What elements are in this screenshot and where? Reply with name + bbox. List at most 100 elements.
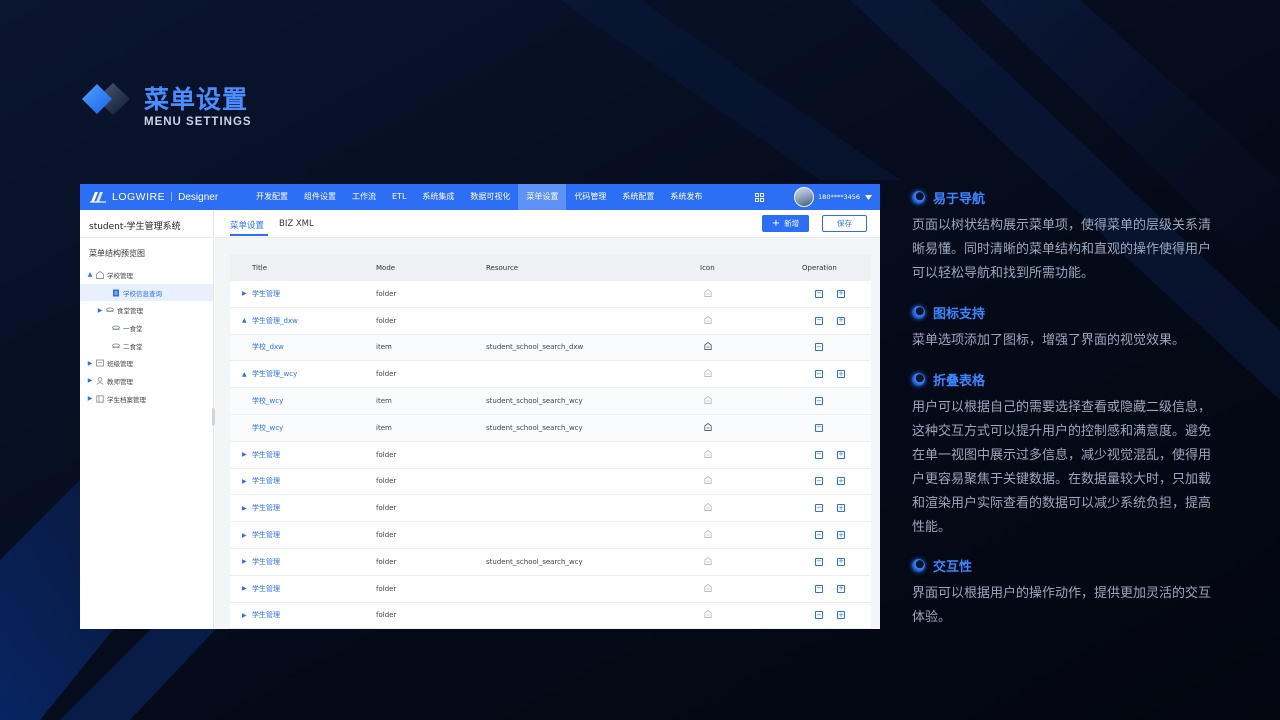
nav-item[interactable]: 工作流 xyxy=(344,184,384,210)
nav-item[interactable]: 系统集成 xyxy=(414,184,462,210)
collapse-caret-icon[interactable]: ▲ xyxy=(242,371,252,378)
remove-row-icon[interactable]: − xyxy=(815,316,823,325)
expand-caret-icon[interactable]: ▶ xyxy=(242,451,252,458)
add-button[interactable]: + 新增 xyxy=(762,215,809,232)
table-row: ▶ 学生管理 folder student_school_search_wcy − + xyxy=(230,549,871,576)
caret-up-icon[interactable]: ▲ xyxy=(86,271,94,278)
remove-row-icon[interactable]: − xyxy=(815,423,823,432)
tree-item[interactable]: 一食堂 xyxy=(80,319,213,337)
tree-item[interactable]: ▶ 教师管理 xyxy=(80,372,213,390)
tree-item-label: 学校管理 xyxy=(107,271,133,280)
nav-item[interactable]: 数据可视化 xyxy=(462,184,518,210)
row-title-link[interactable]: 学校_dxw xyxy=(252,342,284,352)
add-child-icon[interactable]: + xyxy=(837,316,845,325)
chevron-down-icon[interactable] xyxy=(865,194,872,200)
nav-item[interactable]: 组件设置 xyxy=(296,184,344,210)
nav-item[interactable]: ETL xyxy=(384,184,414,210)
logwire-logo-icon xyxy=(90,192,106,203)
remove-row-icon[interactable]: − xyxy=(815,477,823,486)
nav-item[interactable]: 代码管理 xyxy=(566,184,614,210)
cell-operation: − + xyxy=(795,504,871,513)
remove-row-icon[interactable]: − xyxy=(815,370,823,379)
feature-title: 交互性 xyxy=(933,559,973,575)
add-child-icon[interactable]: + xyxy=(837,504,845,513)
add-child-icon[interactable]: + xyxy=(837,611,845,620)
cell-mode: folder xyxy=(376,477,397,486)
user-phone[interactable]: 180****3456 xyxy=(818,193,860,201)
caret-right-icon[interactable]: ▶ xyxy=(86,377,94,384)
row-title-link[interactable]: 学生管理 xyxy=(252,557,280,567)
caret-right-icon[interactable]: ▶ xyxy=(86,360,94,367)
remove-row-icon[interactable]: − xyxy=(815,504,823,513)
tree-item[interactable]: 学校信息查询 xyxy=(80,283,213,302)
cell-operation: − xyxy=(795,423,871,432)
caret-right-icon[interactable]: ▶ xyxy=(96,307,104,314)
cell-title: ▶ 学生管理 xyxy=(230,450,376,460)
add-child-icon[interactable]: + xyxy=(837,584,845,593)
table-row: ▶ 学生管理 folder − + xyxy=(230,469,871,496)
remove-row-icon[interactable]: − xyxy=(815,397,823,406)
tree-item[interactable]: ▶ 班级管理 xyxy=(80,354,213,372)
remove-row-icon[interactable]: − xyxy=(815,557,823,566)
expand-caret-icon[interactable]: ▶ xyxy=(242,290,252,297)
avatar[interactable] xyxy=(794,187,815,207)
remove-row-icon[interactable]: − xyxy=(815,343,823,352)
remove-row-icon[interactable]: − xyxy=(815,450,823,459)
table-row: ▲ 学生管理_dxw folder − + xyxy=(230,308,871,335)
tree-item[interactable]: ▶ 学生档案管理 xyxy=(80,390,213,408)
cell-mode: folder xyxy=(376,289,397,298)
row-title-link[interactable]: 学生管理 xyxy=(252,530,280,540)
cell-mode: folder xyxy=(376,557,397,566)
cell-mode: folder xyxy=(376,611,397,620)
cell-mode: item xyxy=(376,397,392,406)
row-title-link[interactable]: 学生管理 xyxy=(252,584,280,594)
teacher-icon xyxy=(96,377,104,385)
add-child-icon[interactable]: + xyxy=(837,289,845,298)
tree-item[interactable]: ▶ 食堂管理 xyxy=(80,301,213,319)
expand-caret-icon[interactable]: ▶ xyxy=(242,478,252,485)
row-title-link[interactable]: 学生管理_dxw xyxy=(252,316,298,326)
col-resource: Resource xyxy=(486,263,519,272)
tree-item[interactable]: ▲ 学校管理 xyxy=(80,266,213,284)
collapse-caret-icon[interactable]: ▲ xyxy=(242,317,252,324)
tab-menu-settings[interactable]: 菜单设置 xyxy=(230,219,264,231)
nav-item[interactable]: 系统发布 xyxy=(662,184,710,210)
nav-item[interactable]: 菜单设置 xyxy=(518,184,567,210)
row-title-link[interactable]: 学生管理 xyxy=(252,610,280,620)
row-title-link[interactable]: 学生管理 xyxy=(252,476,280,486)
remove-row-icon[interactable]: − xyxy=(815,584,823,593)
expand-caret-icon[interactable]: ▶ xyxy=(242,585,252,592)
feature-description: 用户可以根据自己的需要选择查看或隐藏二级信息，这种交互方式可以提升用户的控制感和… xyxy=(912,400,1212,535)
add-child-icon[interactable]: + xyxy=(837,370,845,379)
row-title-link[interactable]: 学生管理 xyxy=(252,450,280,460)
tab-biz-xml[interactable]: BIZ XML xyxy=(279,219,314,229)
remove-row-icon[interactable]: − xyxy=(815,531,823,540)
expand-caret-icon[interactable]: ▶ xyxy=(242,558,252,565)
nav-item[interactable]: 开发配置 xyxy=(248,184,296,210)
row-title-link[interactable]: 学生管理 xyxy=(252,503,280,513)
caret-right-icon[interactable]: ▶ xyxy=(86,395,94,402)
row-title-link[interactable]: 学生管理 xyxy=(252,289,280,299)
cell-title: 学校_wcy xyxy=(230,396,376,406)
row-title-link[interactable]: 学生管理_wcy xyxy=(252,369,297,379)
expand-caret-icon[interactable]: ▶ xyxy=(242,532,252,539)
add-child-icon[interactable]: + xyxy=(837,450,845,459)
expand-caret-icon[interactable]: ▶ xyxy=(242,505,252,512)
add-child-icon[interactable]: + xyxy=(837,557,845,566)
bullet-icon xyxy=(912,305,925,319)
tree-item[interactable]: 二食堂 xyxy=(80,337,213,355)
table-row: ▶ 学生管理 folder − + xyxy=(230,522,871,549)
add-child-icon[interactable]: + xyxy=(837,477,845,486)
cell-icon xyxy=(700,529,795,540)
remove-row-icon[interactable]: − xyxy=(815,289,823,298)
add-child-icon[interactable]: + xyxy=(837,531,845,540)
row-title-link[interactable]: 学校_wcy xyxy=(252,423,283,433)
project-name[interactable]: student-学生管理系统 xyxy=(80,210,213,238)
row-title-link[interactable]: 学校_wcy xyxy=(252,396,283,406)
nav-item[interactable]: 系统配置 xyxy=(614,184,662,210)
apps-grid-icon[interactable] xyxy=(755,192,764,202)
save-button[interactable]: 保存 xyxy=(822,215,867,232)
remove-row-icon[interactable]: − xyxy=(815,611,823,620)
expand-caret-icon[interactable]: ▶ xyxy=(242,612,252,619)
archive-icon xyxy=(96,395,104,403)
